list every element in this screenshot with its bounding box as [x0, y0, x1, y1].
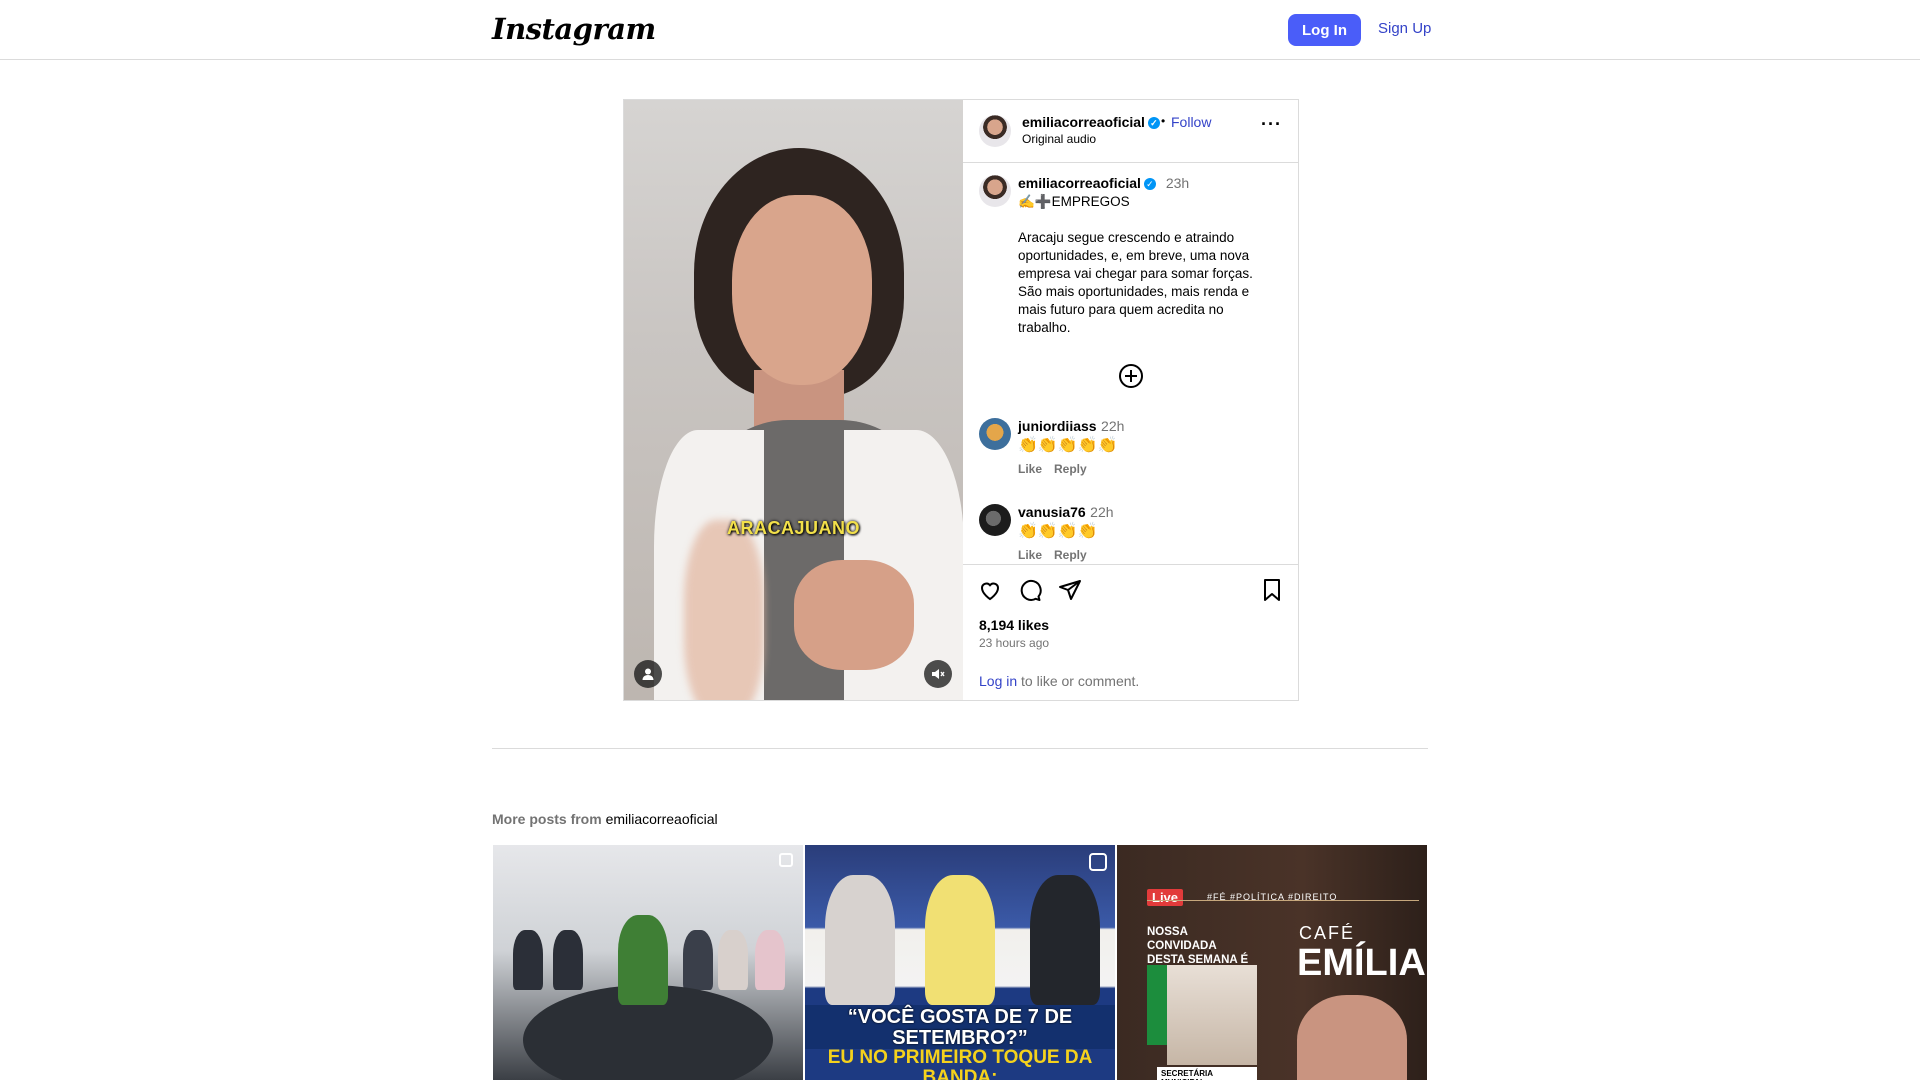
log-in-button[interactable]: Log In: [1288, 14, 1361, 46]
thumbnail-person: [718, 930, 748, 990]
more-posts-heading: More posts from emiliacorreaoficial: [492, 811, 718, 827]
more-post-thumbnail[interactable]: [493, 845, 803, 1080]
bookmark-icon[interactable]: [1261, 578, 1283, 607]
post-card: ARACAJUANO emiliacorreaoficial ✓ • Follow…: [623, 99, 1299, 701]
thumbnail-guest-photo: [1167, 965, 1257, 1065]
post-sidebar: emiliacorreaoficial ✓ • Follow Original a…: [963, 100, 1298, 700]
person-icon[interactable]: [634, 660, 662, 688]
comment-username[interactable]: vanusia76: [1018, 504, 1086, 520]
comment-reply-button[interactable]: Reply: [1054, 462, 1087, 476]
video-subject-hand-blur: [684, 520, 764, 700]
caption-header: emiliacorreaoficial ✓ 23h: [1018, 175, 1189, 191]
comments-section: emiliacorreaoficial ✓ 23h ✍️➕EMPREGOS Ara…: [963, 163, 1298, 583]
post-header: emiliacorreaoficial ✓ • Follow Original a…: [963, 100, 1298, 163]
login-link[interactable]: Log in: [979, 673, 1017, 689]
thumbnail-person: [683, 930, 713, 990]
post-actions-bar: 8,194 likes 23 hours ago Log in to like …: [963, 564, 1298, 701]
comment-actions: Like Reply: [1018, 548, 1099, 562]
dot-separator: •: [1161, 114, 1166, 128]
author-avatar[interactable]: [979, 115, 1011, 147]
verified-badge-icon: ✓: [1147, 117, 1160, 130]
reel-icon: [1089, 853, 1107, 871]
verified-badge-icon: ✓: [1143, 178, 1156, 191]
live-badge: Live: [1147, 889, 1184, 906]
comment-time: 22h: [1101, 418, 1125, 434]
instagram-logo[interactable]: Instagram: [492, 12, 656, 46]
video-subject-face: [732, 195, 872, 385]
original-audio-link[interactable]: Original audio: [1022, 132, 1096, 146]
thumbnail-person: [925, 875, 995, 1005]
more-post-thumbnail[interactable]: Live #FÉ #POLÍTICA #DIREITO NOSSA CONVID…: [1117, 845, 1427, 1080]
post-timestamp: 23 hours ago: [979, 636, 1050, 650]
thumbnail-host-photo: [1297, 995, 1407, 1080]
caption-username[interactable]: emiliacorreaoficial: [1018, 175, 1141, 191]
post-video[interactable]: ARACAJUANO: [624, 100, 963, 700]
thumbnail-person: [1030, 875, 1100, 1005]
thumbnail-subquote: EU NO PRIMEIRO TOQUE DA BANDA:: [827, 1047, 1093, 1080]
more-posts-label: More posts from: [492, 811, 606, 827]
caption-time: 23h: [1165, 175, 1190, 191]
more-options-icon[interactable]: ···: [1261, 114, 1282, 135]
thumbnail-secretaria-label: SECRETÁRIA MUNICIPAL: [1157, 1067, 1257, 1080]
author-username-row: emiliacorreaoficial ✓: [1022, 114, 1160, 130]
send-icon[interactable]: [1058, 578, 1082, 607]
thumbnail-divider: [1147, 900, 1419, 901]
comment-actions: Like Reply: [1018, 462, 1099, 476]
comment-like-button[interactable]: Like: [1018, 462, 1042, 476]
comment-reply-button[interactable]: Reply: [1054, 548, 1087, 562]
muted-speaker-icon[interactable]: [924, 660, 952, 688]
login-prompt: Log in to like or comment.: [979, 673, 1139, 689]
video-subject-hand: [794, 560, 914, 670]
thumbnail-person: [553, 930, 583, 990]
comment-text: 👏👏👏👏👏: [1018, 437, 1118, 454]
sign-up-link[interactable]: Sign Up: [1378, 20, 1431, 37]
login-prompt-text: to like or comment.: [1017, 673, 1140, 689]
comment-header: juniordiiass 22h: [1018, 418, 1124, 436]
heart-icon[interactable]: [978, 578, 1002, 607]
comment-like-button[interactable]: Like: [1018, 548, 1042, 562]
likes-count[interactable]: 8,194 likes: [979, 617, 1049, 633]
section-divider: [492, 748, 1428, 749]
comment-time: 22h: [1090, 504, 1114, 520]
thumbnail-emilia-text: EMÍLIA: [1297, 942, 1426, 984]
thumbnail-quote: “VOCÊ GOSTA DE 7 DE SETEMBRO?”: [805, 1005, 1115, 1049]
thumbnail-person: [755, 930, 785, 990]
plus-circle-icon[interactable]: [1118, 363, 1144, 394]
more-post-thumbnail[interactable]: “VOCÊ GOSTA DE 7 DE SETEMBRO?” EU NO PRI…: [805, 845, 1115, 1080]
comment-text: 👏👏👏👏: [1018, 523, 1098, 540]
video-caption-overlay: ARACAJUANO: [726, 518, 860, 538]
more-posts-account[interactable]: emiliacorreaoficial: [606, 811, 718, 827]
follow-button[interactable]: Follow: [1171, 114, 1211, 130]
caption-body: Aracaju segue crescendo e atraindo oport…: [1018, 230, 1253, 335]
thumbnail-person: [513, 930, 543, 990]
comment-icon[interactable]: [1018, 578, 1042, 607]
comment-username[interactable]: juniordiiass: [1018, 418, 1097, 434]
carousel-icon: [779, 853, 793, 867]
thumbnail-cafe-text: CAFÉ: [1299, 923, 1356, 943]
thumbnail-plant: [618, 915, 668, 1005]
caption-author-avatar[interactable]: [979, 175, 1011, 207]
commenter-avatar[interactable]: [979, 418, 1011, 450]
author-username[interactable]: emiliacorreaoficial: [1022, 114, 1145, 130]
comment-header: vanusia76 22h: [1018, 504, 1114, 522]
commenter-avatar[interactable]: [979, 504, 1011, 536]
top-navigation-bar: Instagram Log In Sign Up: [0, 0, 1920, 60]
caption-first-line: ✍️➕EMPREGOS: [1018, 194, 1130, 209]
thumbnail-person: [825, 875, 895, 1005]
